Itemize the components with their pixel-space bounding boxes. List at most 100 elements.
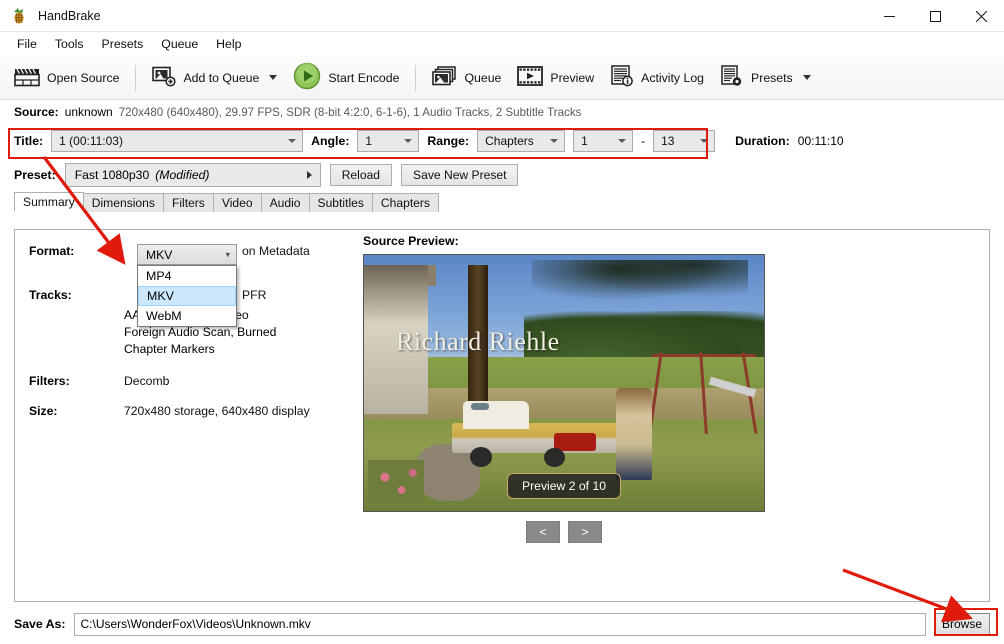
save-new-preset-button[interactable]: Save New Preset — [401, 164, 519, 186]
preview-truck-cab — [462, 400, 530, 429]
chevron-down-icon — [618, 139, 627, 143]
stacked-images-icon — [432, 65, 457, 90]
maximize-button[interactable] — [912, 0, 958, 32]
preview-next-button[interactable]: > — [568, 521, 602, 543]
duration-label: Duration: — [735, 134, 790, 148]
format-select[interactable]: MKV ▾ — [137, 244, 237, 265]
chapter-start-value: 1 — [581, 134, 588, 148]
tracks-video-suffix: PFR — [242, 288, 267, 302]
summary-tab-panel: Format: on Metadata Tracks: PFR AAC (avc… — [14, 229, 990, 602]
format-option-mkv[interactable]: MKV — [138, 286, 236, 306]
format-option-mp4[interactable]: MP4 — [138, 266, 236, 286]
preview-credit-text: Richard Riehle — [396, 326, 560, 356]
chapter-end-select[interactable]: 13 — [653, 130, 716, 152]
toolbar: Open Source Add to Queue Start Encode Qu… — [0, 56, 1004, 100]
title-bar: HandBrake — [0, 0, 1004, 32]
metadata-text: on Metadata — [242, 244, 310, 258]
window-title: HandBrake — [38, 8, 101, 23]
open-source-button[interactable]: Open Source — [6, 59, 127, 97]
source-preview-section: Source Preview: Richard Riehle Preview 2… — [363, 234, 765, 543]
close-button[interactable] — [958, 0, 1004, 32]
app-icon — [10, 7, 28, 25]
chevron-down-icon: ▾ — [225, 249, 230, 259]
summary-details: Format: on Metadata Tracks: PFR AAC (avc… — [29, 238, 359, 421]
source-details: 720x480 (640x480), 29.97 FPS, SDR (8-bit… — [118, 105, 582, 119]
preview-red-cargo — [554, 432, 597, 451]
tab-audio[interactable]: Audio — [260, 193, 310, 212]
title-select-value: 1 (00:11:03) — [59, 134, 123, 148]
preset-modified-flag: (Modified) — [155, 168, 210, 182]
angle-label: Angle: — [311, 134, 350, 148]
range-label: Range: — [427, 134, 470, 148]
preview-image[interactable]: Richard Riehle Preview 2 of 10 — [363, 254, 765, 512]
preview-flowers — [368, 459, 424, 504]
preset-row: Preset: Fast 1080p30 (Modified) Reload S… — [0, 158, 1004, 192]
save-as-label: Save As: — [14, 617, 66, 631]
chevron-right-icon — [306, 171, 312, 179]
menu-item-presets[interactable]: Presets — [93, 34, 153, 54]
activity-log-button[interactable]: Activity Log — [602, 59, 712, 97]
chevron-down-icon — [700, 139, 709, 143]
title-label: Title: — [14, 134, 44, 148]
toolbar-separator-1 — [135, 64, 137, 91]
angle-select[interactable]: 1 — [357, 130, 420, 152]
open-source-label: Open Source — [47, 70, 120, 85]
angle-select-value: 1 — [365, 134, 373, 148]
tab-bar: Summary Dimensions Filters Video Audio S… — [0, 192, 1004, 212]
chevron-down-icon — [288, 139, 297, 143]
chapter-start-select[interactable]: 1 — [573, 130, 634, 152]
title-select[interactable]: 1 (00:11:03) — [51, 130, 304, 152]
presets-button[interactable]: Presets — [712, 59, 819, 97]
preview-counter-badge: Preview 2 of 10 — [506, 473, 622, 499]
format-select-value: MKV — [146, 247, 173, 262]
save-as-input[interactable]: C:\Users\WonderFox\Videos\Unknown.mkv — [73, 612, 926, 636]
preview-wheel-rear — [543, 447, 565, 468]
preview-truck-window — [470, 403, 489, 410]
source-label: Source: — [14, 105, 59, 119]
preview-label: Preview — [550, 70, 595, 85]
browse-button[interactable]: Browse — [934, 612, 990, 636]
start-encode-button[interactable]: Start Encode — [285, 59, 407, 97]
chevron-down-icon[interactable] — [269, 75, 278, 80]
log-info-icon — [610, 65, 634, 90]
window-controls — [866, 0, 1004, 32]
format-option-webm[interactable]: WebM — [138, 306, 236, 326]
menu-item-file[interactable]: File — [8, 34, 46, 54]
preset-value: Fast 1080p30 — [74, 168, 150, 182]
filters-value: Decomb — [124, 374, 170, 388]
menu-item-help[interactable]: Help — [207, 34, 250, 54]
queue-button[interactable]: Queue — [424, 59, 509, 97]
preview-prev-button[interactable]: < — [526, 521, 560, 543]
source-row: Source: unknown 720x480 (640x480), 29.97… — [0, 100, 1004, 124]
activity-log-label: Activity Log — [641, 70, 705, 85]
menu-item-queue[interactable]: Queue — [152, 34, 207, 54]
presets-label: Presets — [751, 70, 793, 85]
chevron-down-icon — [550, 139, 559, 143]
tab-video[interactable]: Video — [212, 193, 262, 212]
tab-filters[interactable]: Filters — [162, 193, 214, 212]
range-type-select[interactable]: Chapters — [477, 130, 566, 152]
preview-truck — [452, 400, 628, 470]
start-encode-label: Start Encode — [328, 70, 400, 85]
preview-button[interactable]: Preview — [509, 59, 602, 97]
tracks-label: Tracks: — [29, 288, 72, 302]
green-play-icon — [293, 62, 321, 93]
preset-label: Preset: — [14, 168, 56, 182]
minimize-button[interactable] — [866, 0, 912, 32]
tab-dimensions[interactable]: Dimensions — [82, 193, 164, 212]
filters-label: Filters: — [29, 374, 70, 388]
document-gear-icon — [720, 65, 744, 90]
add-image-icon — [152, 66, 177, 90]
track-item: Chapter Markers — [124, 342, 215, 356]
menu-item-tools[interactable]: Tools — [46, 34, 93, 54]
reload-button[interactable]: Reload — [329, 164, 393, 186]
preview-navigation: < > — [363, 521, 765, 543]
preset-select[interactable]: Fast 1080p30 (Modified) — [64, 163, 321, 187]
tab-summary[interactable]: Summary — [14, 192, 84, 212]
chevron-down-icon[interactable] — [802, 75, 811, 80]
tab-subtitles[interactable]: Subtitles — [308, 193, 373, 212]
add-to-queue-button[interactable]: Add to Queue — [144, 59, 285, 97]
clapperboard-icon — [14, 65, 40, 90]
chevron-down-icon — [404, 139, 413, 143]
tab-chapters[interactable]: Chapters — [371, 193, 439, 212]
